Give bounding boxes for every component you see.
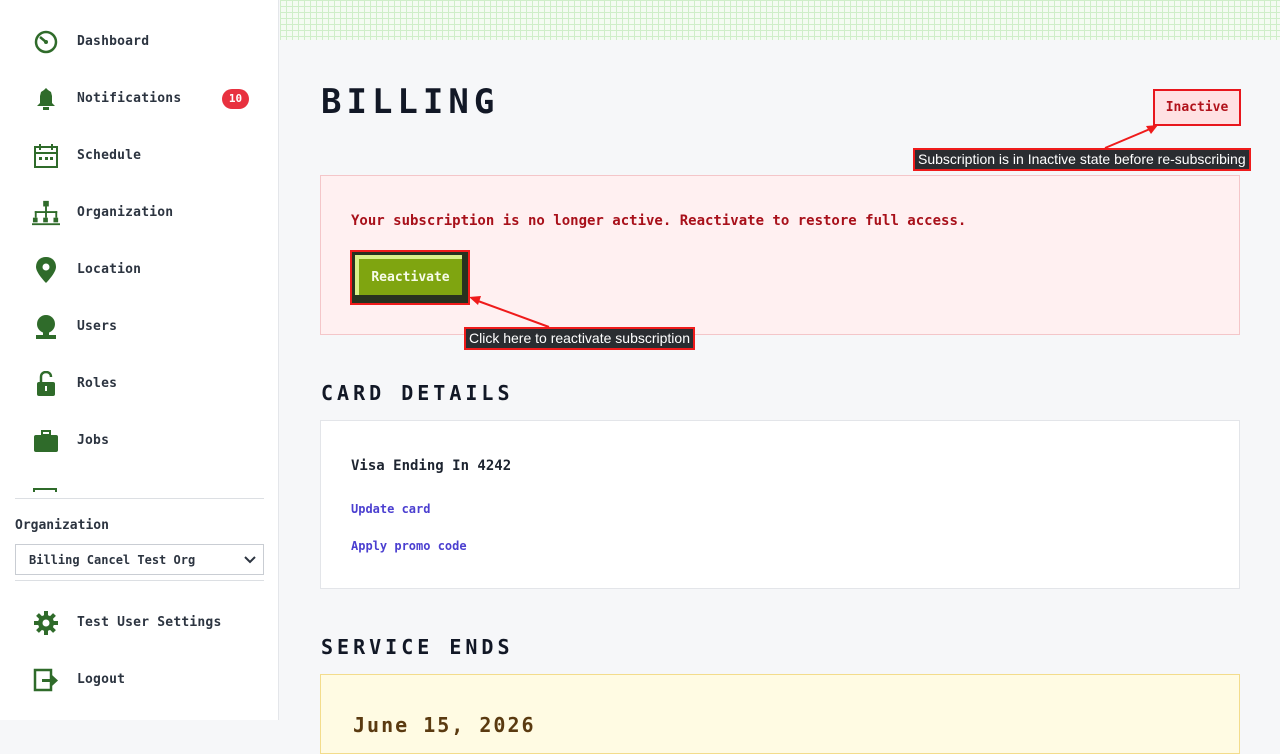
sidebar-item-users[interactable]: Users	[0, 298, 279, 355]
dashboard-icon	[32, 28, 60, 56]
sidebar-item-settings[interactable]: Test User Settings	[0, 594, 279, 651]
next-item-icon-partial	[33, 488, 57, 492]
logout-label: Logout	[77, 672, 126, 687]
user-icon	[32, 313, 60, 341]
apply-promo-link[interactable]: Apply promo code	[351, 539, 467, 553]
lock-icon	[32, 370, 60, 398]
map-pin-icon	[32, 256, 60, 284]
sidebar-item-label: Location	[77, 262, 142, 277]
status-arrowhead	[1146, 125, 1158, 134]
sidebar-item-organization[interactable]: Organization	[0, 184, 279, 241]
chevron-down-icon	[244, 556, 256, 564]
page-title: BILLING	[321, 82, 500, 122]
header-grid-strip	[280, 0, 1280, 40]
sidebar-divider	[15, 580, 264, 581]
sidebar-divider	[15, 498, 264, 499]
update-card-link[interactable]: Update card	[351, 502, 430, 516]
sidebar-item-roles[interactable]: Roles	[0, 355, 279, 412]
logout-icon	[32, 666, 60, 694]
sidebar-item-label: Roles	[77, 376, 118, 391]
status-arrow	[1104, 128, 1151, 149]
gear-icon	[32, 609, 60, 637]
organization-select[interactable]: Billing Cancel Test Org	[15, 544, 264, 575]
card-label: Visa Ending In 4242	[351, 458, 512, 474]
reactivate-callout: Click here to reactivate subscription	[464, 327, 695, 350]
sidebar-item-notifications[interactable]: Notifications 10	[0, 70, 279, 127]
sidebar-item-label: Jobs	[77, 433, 110, 448]
service-ends-title: SERVICE ENDS	[321, 635, 514, 659]
calendar-icon	[32, 142, 60, 170]
sidebar: Dashboard Notifications 10 Schedule Orga…	[0, 0, 279, 720]
status-badge: Inactive	[1153, 89, 1241, 126]
reactivate-button-highlight[interactable]: Reactivate	[350, 250, 470, 305]
sidebar-item-label: Organization	[77, 205, 174, 220]
org-chart-icon	[32, 199, 60, 227]
sidebar-nav: Dashboard Notifications 10 Schedule Orga…	[0, 0, 279, 492]
card-details-panel: Visa Ending In 4242 Update card Apply pr…	[320, 420, 1240, 589]
settings-label: Test User Settings	[77, 615, 222, 630]
service-end-date: June 15, 2026	[353, 713, 536, 737]
sidebar-item-jobs[interactable]: Jobs	[0, 412, 279, 469]
sidebar-item-schedule[interactable]: Schedule	[0, 127, 279, 184]
sidebar-item-label: Schedule	[77, 148, 142, 163]
sidebar-item-label: Dashboard	[77, 34, 150, 49]
sidebar-item-label: Notifications	[77, 91, 182, 106]
sidebar-item-label: Users	[77, 319, 118, 334]
status-callout: Subscription is in Inactive state before…	[913, 148, 1251, 171]
organization-label: Organization	[15, 518, 109, 533]
card-details-title: CARD DETAILS	[321, 381, 514, 405]
organization-select-value: Billing Cancel Test Org	[29, 552, 196, 567]
service-ends-panel: June 15, 2026	[320, 674, 1240, 754]
bell-icon	[32, 85, 60, 113]
reactivate-button[interactable]: Reactivate	[355, 255, 462, 295]
notification-count-badge: 10	[222, 88, 249, 109]
sidebar-item-logout[interactable]: Logout	[0, 651, 279, 708]
alert-message: Your subscription is no longer active. R…	[351, 213, 967, 229]
briefcase-icon	[32, 427, 60, 455]
sidebar-item-dashboard[interactable]: Dashboard	[0, 13, 279, 70]
sidebar-item-location[interactable]: Location	[0, 241, 279, 298]
